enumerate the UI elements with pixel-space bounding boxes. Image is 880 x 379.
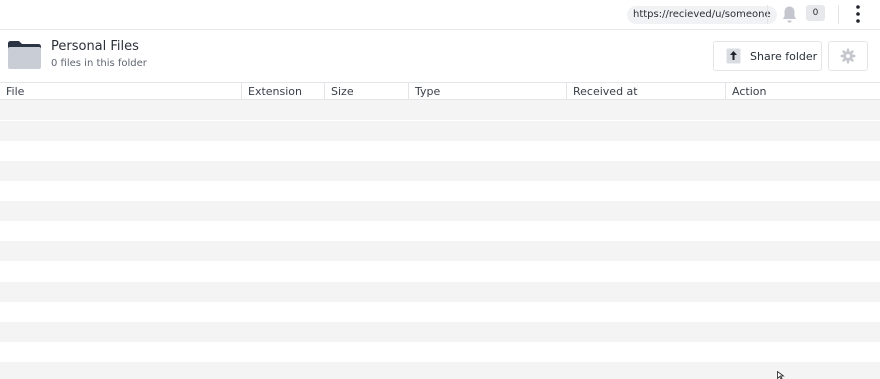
table-row xyxy=(0,201,880,221)
column-header-action[interactable]: Action xyxy=(726,83,880,100)
folder-icon xyxy=(8,41,41,69)
table-row xyxy=(0,141,880,161)
kebab-menu-icon[interactable] xyxy=(850,4,866,24)
gear-icon xyxy=(840,48,856,64)
table-row xyxy=(0,121,880,141)
table-row xyxy=(0,241,880,261)
column-header-extension[interactable]: Extension xyxy=(242,83,325,100)
bell-icon[interactable] xyxy=(781,5,798,24)
share-folder-label: Share folder xyxy=(750,49,818,63)
notification-count-badge[interactable]: 0 xyxy=(806,5,825,21)
table-row xyxy=(0,282,880,302)
table-row xyxy=(0,161,880,181)
top-bar: https://recieved/u/someone 0 xyxy=(0,0,880,30)
profile-url-chip[interactable]: https://recieved/u/someone xyxy=(627,6,777,24)
table-row xyxy=(0,261,880,281)
files-table-header: File Extension Size Type Received at Act… xyxy=(0,82,880,100)
folder-file-count: 0 files in this folder xyxy=(51,58,147,69)
table-row xyxy=(0,302,880,322)
share-folder-button[interactable]: Share folder xyxy=(713,41,822,71)
table-row xyxy=(0,322,880,342)
folder-title: Personal Files xyxy=(51,39,139,54)
column-header-type[interactable]: Type xyxy=(409,83,567,100)
table-row xyxy=(0,100,880,121)
table-row xyxy=(0,362,880,379)
folder-settings-button[interactable] xyxy=(828,41,868,71)
mouse-cursor-icon xyxy=(777,371,785,379)
divider xyxy=(838,5,839,24)
table-row xyxy=(0,181,880,201)
column-header-size[interactable]: Size xyxy=(325,83,409,100)
table-row xyxy=(0,342,880,362)
divider xyxy=(767,5,768,24)
upload-icon xyxy=(726,48,741,64)
column-header-received-at[interactable]: Received at xyxy=(567,83,726,100)
table-row xyxy=(0,221,880,241)
column-header-file[interactable]: File xyxy=(0,83,242,100)
